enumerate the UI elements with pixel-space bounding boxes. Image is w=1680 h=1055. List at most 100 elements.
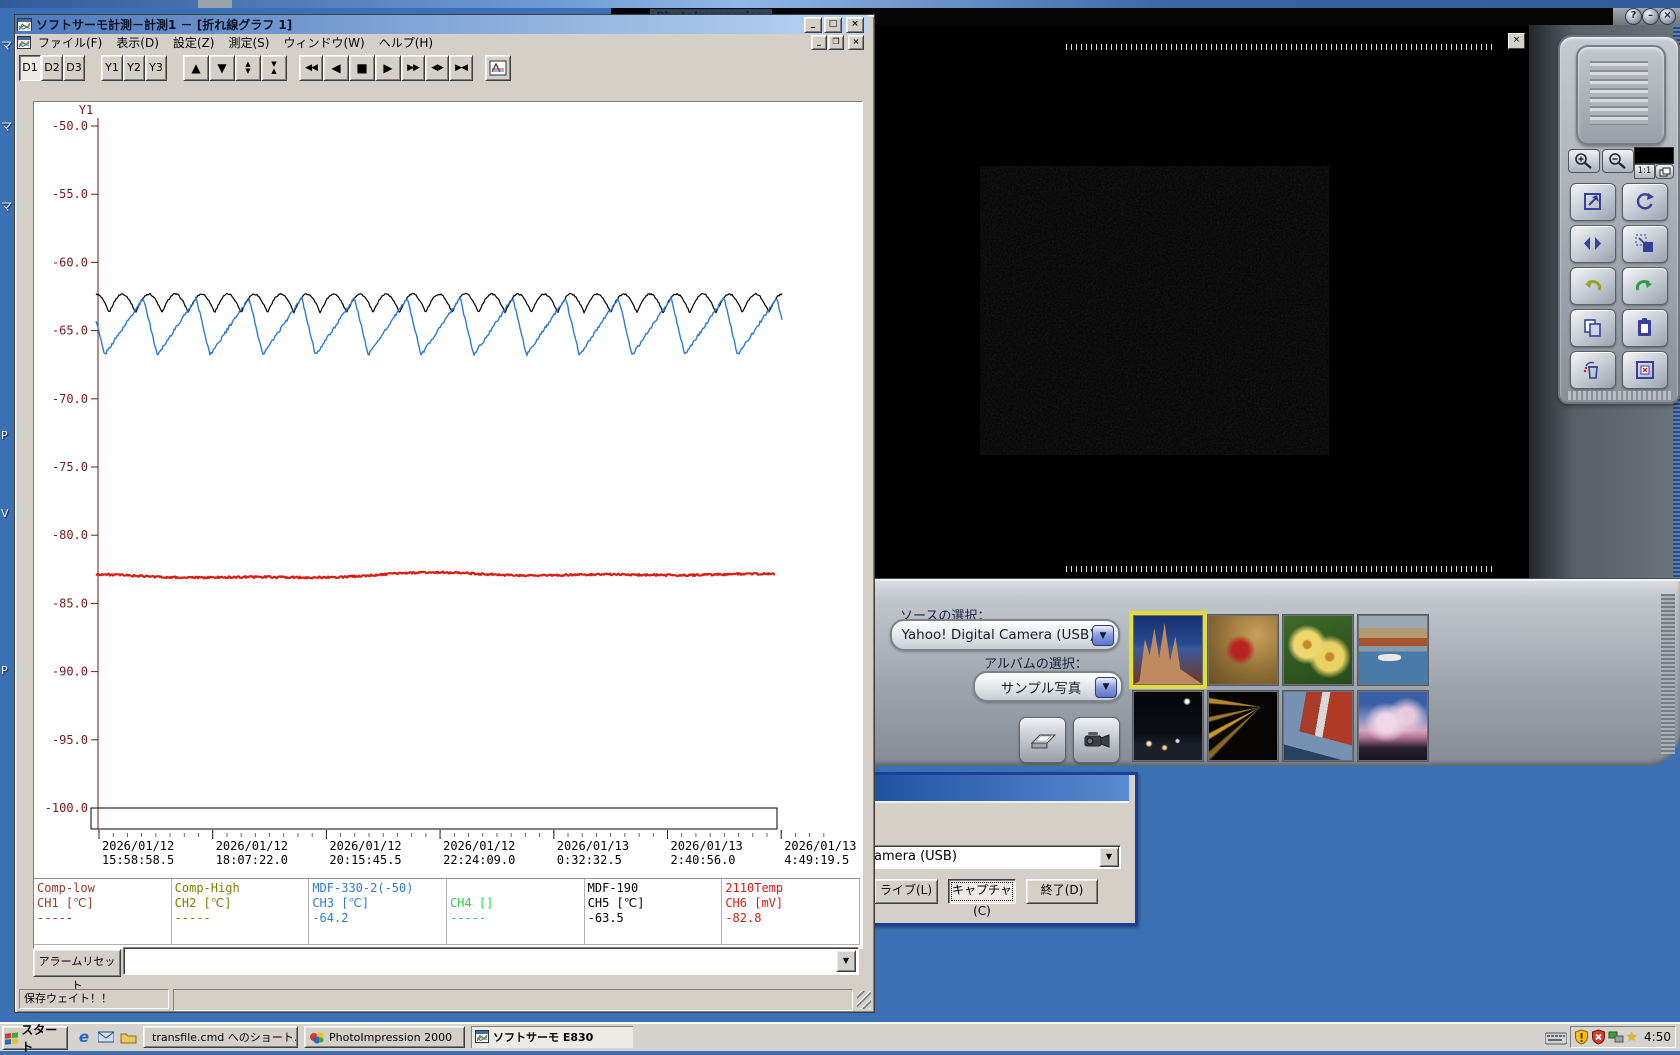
star-icon[interactable]: ★: [1626, 1030, 1638, 1045]
dialog-button[interactable]: ライブ(L): [874, 879, 938, 904]
thumbnail-yellow-flowers[interactable]: [1283, 615, 1353, 685]
svg-text:-90.0: -90.0: [52, 665, 88, 679]
toolbar-rewind-icon[interactable]: ◀◀: [299, 55, 323, 81]
menu-item[interactable]: 設定(Z): [166, 34, 222, 51]
mail-icon[interactable]: [96, 1028, 116, 1046]
start-button[interactable]: スタート: [2, 1026, 68, 1050]
thumbnail-red-ship-lighthouse[interactable]: [1283, 691, 1353, 761]
alarm-reset-button[interactable]: アラームリセット: [33, 949, 121, 977]
menu-item[interactable]: ヘルプ(H): [372, 34, 440, 51]
canvas-close-icon[interactable]: ×: [1508, 33, 1525, 49]
keyboard-icon[interactable]: [1545, 1030, 1567, 1048]
redo-button[interactable]: [1622, 267, 1668, 305]
task-button[interactable]: transfile.cmd へのショート...: [143, 1026, 298, 1048]
toolbar-d2-button[interactable]: D2: [41, 55, 63, 81]
ie-icon[interactable]: e: [74, 1028, 94, 1046]
mdi-close-button[interactable]: ×: [848, 35, 864, 50]
line-chart: -50.0-55.0-60.0-65.0-70.0-75.0-80.0-85.0…: [34, 102, 862, 872]
close-button[interactable]: ×: [1659, 8, 1676, 25]
chevron-down-icon[interactable]: ▼: [1099, 847, 1119, 867]
delete-button[interactable]: [1570, 351, 1616, 389]
desktop-icon-fragment: マ: [1, 118, 12, 134]
toolbar-d1-button[interactable]: D1: [19, 55, 41, 81]
task-button[interactable]: ソフトサーモ E830: [471, 1026, 633, 1048]
chevron-down-icon[interactable]: ▼: [1095, 677, 1117, 698]
video-camera-icon: [1082, 727, 1112, 753]
clock[interactable]: 4:50: [1644, 1030, 1671, 1044]
toolbar-compress-horizontal-icon[interactable]: ▶◀: [449, 55, 473, 81]
video-camera-source-button[interactable]: [1073, 717, 1120, 763]
chevron-down-icon[interactable]: ▼: [836, 950, 856, 972]
zoom-in-button[interactable]: [1568, 149, 1600, 173]
toolbar-step-forward-icon[interactable]: ▶: [375, 55, 401, 81]
svg-text:-80.0: -80.0: [52, 528, 88, 542]
camera-select-dropdown[interactable]: amera (USB) ▼: [871, 845, 1121, 869]
toolbar-y3-button[interactable]: Y3: [145, 55, 167, 81]
thumbnail-night-city[interactable]: [1133, 691, 1203, 761]
dark-photo-preview: [980, 166, 1329, 455]
panel-grip[interactable]: [1576, 45, 1666, 145]
glyph: ▲: [271, 68, 276, 75]
capture-dialog-titlebar[interactable]: [861, 775, 1129, 801]
paste-button[interactable]: [1622, 309, 1668, 347]
error-shield-icon[interactable]: [1591, 1029, 1606, 1045]
thumbnail-harbor-village[interactable]: [1358, 615, 1428, 685]
thumbnail-gold-streaks[interactable]: [1208, 691, 1278, 761]
toolbar-expand-vertical-icon[interactable]: ▲▼: [235, 55, 261, 81]
thumbnail-rock-spires[interactable]: [1133, 615, 1203, 685]
alert-shield-icon[interactable]: [1574, 1029, 1589, 1045]
folder-icon[interactable]: [118, 1028, 138, 1046]
actual-size-button[interactable]: 1:1: [1634, 164, 1655, 179]
dialog-button[interactable]: 終了(D): [1026, 879, 1098, 904]
alarm-history-dropdown[interactable]: ▼: [123, 947, 859, 975]
resize-button[interactable]: [1570, 183, 1616, 221]
toolbar-scroll-up-icon[interactable]: ▲: [183, 55, 209, 81]
thumbnail-sunset-clouds[interactable]: [1358, 691, 1428, 761]
mdi-restore-button[interactable]: ❐: [828, 35, 844, 50]
toolbar-stop-icon[interactable]: ■: [349, 55, 375, 81]
toolbar-y2-button[interactable]: Y2: [123, 55, 145, 81]
scanner-source-button[interactable]: [1019, 717, 1066, 763]
titlebar[interactable]: ソフトサーモ計測－計測1 － [折れ線グラフ 1] _ □ ×: [15, 15, 868, 34]
cascade-button[interactable]: [1655, 164, 1674, 179]
mirror-button[interactable]: [1570, 225, 1616, 263]
svg-text:22:24:09.0: 22:24:09.0: [443, 853, 515, 867]
source-select-dropdown[interactable]: Yahoo! Digital Camera (USB) ▼: [890, 619, 1120, 651]
toolbar-d3-button[interactable]: D3: [63, 55, 85, 81]
task-button[interactable]: PhotoImpression 2000: [304, 1026, 465, 1048]
rotate-button[interactable]: [1622, 183, 1668, 221]
zoom-out-button[interactable]: [1602, 149, 1634, 173]
dialog-button[interactable]: キャプチャ(C): [948, 879, 1016, 904]
toolbar-step-back-icon[interactable]: ◀: [323, 55, 349, 81]
crop-button[interactable]: [1622, 225, 1668, 263]
undo-button[interactable]: [1570, 267, 1616, 305]
copy-button[interactable]: [1570, 309, 1616, 347]
toolbar-compress-vertical-icon[interactable]: ▼▲: [261, 55, 287, 81]
network-icon[interactable]: [1608, 1030, 1624, 1044]
album-select-value: サンプル写真: [1001, 677, 1082, 697]
menu-item[interactable]: ファイル(F): [31, 34, 109, 51]
thumbnail-cardinal-bird[interactable]: [1208, 615, 1278, 685]
document-icon[interactable]: [17, 36, 31, 49]
toolbar-graph-settings-button[interactable]: [485, 55, 511, 81]
remove-button[interactable]: [1622, 351, 1668, 389]
toolbar-scroll-down-icon[interactable]: ▼: [209, 55, 235, 81]
camera-select-value: amera (USB): [874, 848, 1100, 866]
window-title: ソフトサーモ計測－計測1 － [折れ線グラフ 1]: [36, 16, 292, 33]
toolbar-y1-button[interactable]: Y1: [101, 55, 123, 81]
help-button[interactable]: ?: [1625, 8, 1642, 25]
menu-item[interactable]: 表示(D): [109, 34, 166, 51]
minimize-button[interactable]: _: [804, 17, 822, 33]
menu-item[interactable]: 測定(S): [221, 34, 276, 51]
paste-icon: [1634, 317, 1656, 339]
maximize-button[interactable]: □: [824, 17, 842, 33]
chevron-down-icon[interactable]: ▼: [1092, 625, 1114, 646]
mdi-minimize-button[interactable]: _: [811, 35, 827, 50]
album-select-dropdown[interactable]: サンプル写真 ▼: [973, 671, 1123, 702]
toolbar-expand-horizontal-icon[interactable]: ◀▶: [425, 55, 449, 81]
menu-item[interactable]: ウィンドウ(W): [276, 34, 371, 51]
close-button[interactable]: ×: [846, 17, 864, 33]
resize-grip[interactable]: [857, 991, 871, 1009]
minimize-button[interactable]: –: [1642, 8, 1659, 25]
toolbar-fast-forward-icon[interactable]: ▶▶: [401, 55, 425, 81]
